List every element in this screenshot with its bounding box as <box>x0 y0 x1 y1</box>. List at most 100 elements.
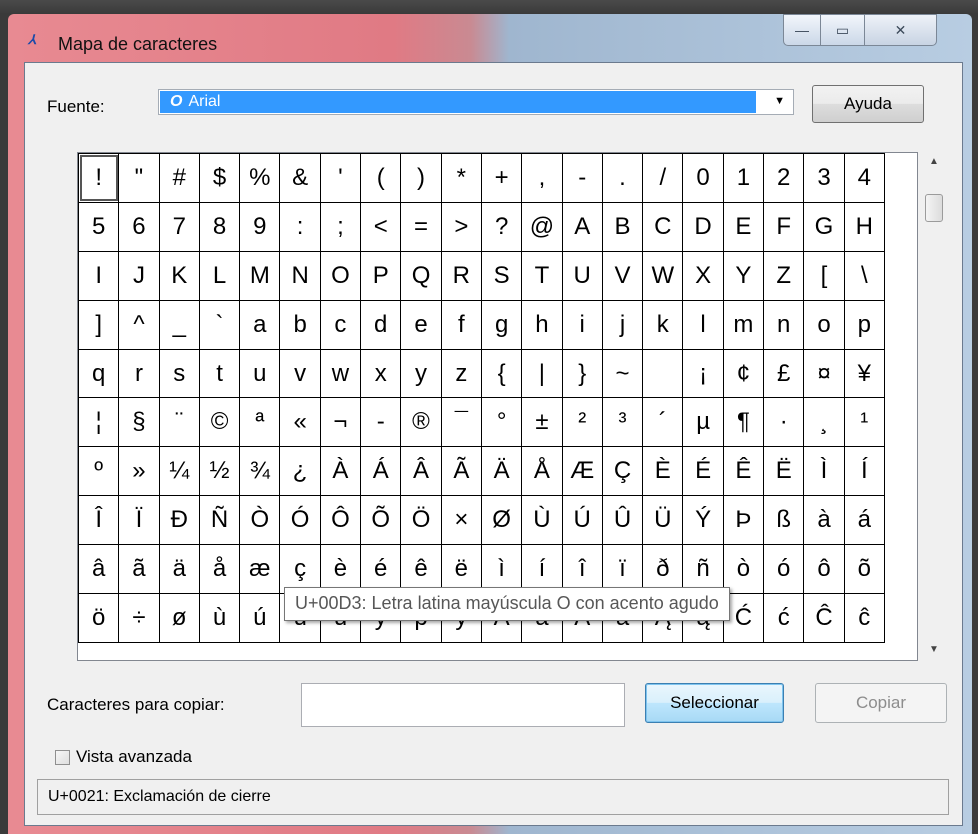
character-cell[interactable]: Ï <box>118 495 160 546</box>
character-cell[interactable]: D <box>682 201 724 252</box>
character-cell[interactable]: b <box>279 299 321 350</box>
character-cell[interactable]: | <box>521 348 563 399</box>
character-cell[interactable]: Ĉ <box>803 593 845 643</box>
character-cell[interactable]: Í <box>843 446 885 497</box>
character-cell[interactable]: T <box>521 250 563 301</box>
character-cell[interactable]: $ <box>198 153 241 203</box>
character-cell[interactable]: a <box>239 299 281 350</box>
character-cell[interactable]: ¾ <box>239 446 281 497</box>
help-button[interactable]: Ayuda <box>812 85 924 123</box>
character-cell[interactable]: Ú <box>561 495 603 546</box>
character-cell[interactable]: { <box>480 348 523 399</box>
character-cell[interactable]: = <box>400 201 442 252</box>
character-cell[interactable]: ¹ <box>843 397 885 448</box>
character-cell[interactable]: ć <box>763 593 805 643</box>
character-cell[interactable]: º <box>77 446 120 497</box>
character-cell[interactable]: ¿ <box>279 446 321 497</box>
character-cell[interactable]: P <box>360 250 402 301</box>
character-cell[interactable]: @ <box>521 201 563 252</box>
character-cell[interactable]: l <box>682 299 724 350</box>
character-cell[interactable]: 0 <box>682 153 724 203</box>
character-cell[interactable]: Ô <box>319 495 362 546</box>
grid-scrollbar[interactable]: ▲ ▼ <box>923 152 945 659</box>
character-cell[interactable]: Ø <box>480 495 523 546</box>
character-cell[interactable]: ß <box>763 495 805 546</box>
character-cell[interactable]: ° <box>480 397 523 448</box>
character-cell[interactable]: % <box>239 153 281 203</box>
character-cell[interactable]: Ê <box>722 446 765 497</box>
character-cell[interactable]: Q <box>400 250 442 301</box>
character-cell[interactable]: F <box>763 201 805 252</box>
scroll-up-icon[interactable]: ▲ <box>929 156 939 167</box>
character-cell[interactable]: # <box>158 153 200 203</box>
character-cell[interactable]: J <box>118 250 160 301</box>
character-cell[interactable]: À <box>319 446 362 497</box>
character-cell[interactable]: I <box>77 250 120 301</box>
character-cell[interactable]: o <box>803 299 845 350</box>
character-cell[interactable]: ¼ <box>158 446 200 497</box>
character-cell[interactable]: ; <box>319 201 362 252</box>
character-cell[interactable]: v <box>279 348 321 399</box>
character-cell[interactable]: Å <box>521 446 563 497</box>
character-cell[interactable]: Z <box>763 250 805 301</box>
character-cell[interactable]: 6 <box>118 201 160 252</box>
character-cell[interactable] <box>642 348 684 399</box>
character-cell[interactable]: n <box>763 299 805 350</box>
character-cell[interactable]: ^ <box>118 299 160 350</box>
character-cell[interactable]: æ <box>239 544 281 595</box>
character-cell[interactable]: µ <box>682 397 724 448</box>
character-cell[interactable]: Ì <box>803 446 845 497</box>
advanced-view-option[interactable]: Vista avanzada <box>55 747 192 767</box>
character-cell[interactable]: - <box>360 397 402 448</box>
character-cell[interactable]: ! <box>77 153 120 203</box>
character-cell[interactable]: Á <box>360 446 402 497</box>
character-cell[interactable]: Â <box>400 446 442 497</box>
character-cell[interactable]: 2 <box>763 153 805 203</box>
character-cell[interactable]: Ó <box>279 495 321 546</box>
character-cell[interactable]: Ò <box>239 495 281 546</box>
character-cell[interactable]: + <box>480 153 523 203</box>
character-cell[interactable]: ú <box>239 593 281 643</box>
character-cell[interactable]: t <box>198 348 241 399</box>
character-cell[interactable]: , <box>521 153 563 203</box>
character-cell[interactable]: Ö <box>400 495 442 546</box>
character-cell[interactable]: ´ <box>642 397 684 448</box>
character-cell[interactable]: Ð <box>158 495 200 546</box>
character-cell[interactable]: ( <box>360 153 402 203</box>
character-cell[interactable]: & <box>279 153 321 203</box>
character-cell[interactable]: ¯ <box>440 397 482 448</box>
character-cell[interactable]: \ <box>843 250 885 301</box>
character-cell[interactable]: y <box>400 348 442 399</box>
character-cell[interactable]: " <box>118 153 160 203</box>
character-cell[interactable]: Ü <box>642 495 684 546</box>
character-cell[interactable]: ~ <box>601 348 644 399</box>
character-cell[interactable]: ± <box>521 397 563 448</box>
character-cell[interactable]: C <box>642 201 684 252</box>
character-cell[interactable]: h <box>521 299 563 350</box>
character-cell[interactable]: d <box>360 299 402 350</box>
title-bar[interactable]: ⅄ Mapa de caracteres — ▭ ✕ <box>8 14 972 54</box>
scroll-thumb[interactable] <box>925 194 943 222</box>
character-cell[interactable]: ã <box>118 544 160 595</box>
character-cell[interactable]: - <box>561 153 603 203</box>
character-cell[interactable]: Ë <box>763 446 805 497</box>
character-cell[interactable]: * <box>440 153 482 203</box>
character-cell[interactable]: ¤ <box>803 348 845 399</box>
character-cell[interactable]: ² <box>561 397 603 448</box>
character-cell[interactable]: ¡ <box>682 348 724 399</box>
advanced-view-checkbox[interactable] <box>55 749 70 765</box>
character-cell[interactable]: ö <box>77 593 120 643</box>
character-cell[interactable]: § <box>118 397 160 448</box>
character-cell[interactable]: õ <box>843 544 885 595</box>
character-cell[interactable]: f <box>440 299 482 350</box>
character-cell[interactable]: ½ <box>198 446 241 497</box>
character-cell[interactable]: 9 <box>239 201 281 252</box>
character-cell[interactable]: £ <box>763 348 805 399</box>
character-cell[interactable]: g <box>480 299 523 350</box>
character-cell[interactable]: ä <box>158 544 200 595</box>
character-cell[interactable]: e <box>400 299 442 350</box>
character-cell[interactable]: 3 <box>803 153 845 203</box>
character-cell[interactable]: S <box>480 250 523 301</box>
character-cell[interactable]: É <box>682 446 724 497</box>
character-cell[interactable]: x <box>360 348 402 399</box>
